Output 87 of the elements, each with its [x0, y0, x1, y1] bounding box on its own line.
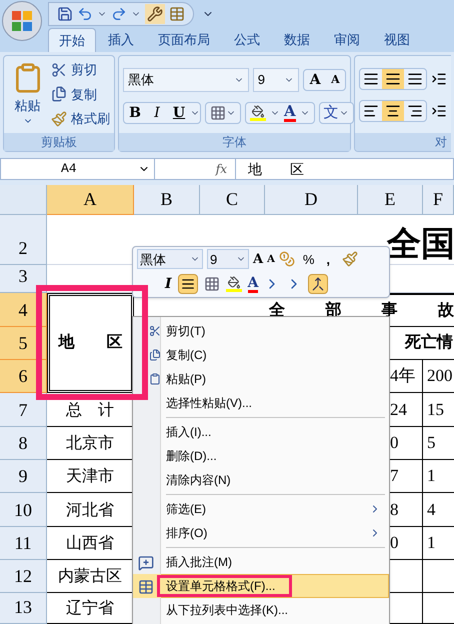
row-header[interactable]: 2 [0, 215, 47, 265]
row-header[interactable]: 9 [0, 460, 47, 493]
bold-button[interactable]: B [124, 102, 146, 124]
insert-function-button[interactable]: fx [216, 160, 227, 178]
italic-button[interactable]: I [146, 102, 168, 124]
paste-button[interactable]: 粘贴 [8, 60, 47, 129]
scissors-icon [51, 62, 67, 78]
row-header[interactable]: 12 [0, 560, 47, 593]
border-icon[interactable] [204, 276, 220, 292]
format-painter-button[interactable]: 格式刷 [51, 109, 110, 128]
italic-button[interactable]: I [165, 274, 172, 295]
table-heading: 故 [438, 301, 454, 321]
table-icon [138, 579, 154, 595]
comma-button[interactable]: , [326, 250, 330, 269]
format-painter-icon[interactable] [342, 251, 358, 268]
row-header[interactable]: 3 [0, 265, 47, 293]
fill-color-icon[interactable] [250, 105, 266, 121]
group-label: 对 [435, 134, 447, 151]
align-middle-icon[interactable] [382, 69, 404, 89]
paintbrush-icon [51, 110, 67, 127]
ribbon-tab[interactable]: 插入 [96, 28, 146, 52]
font-name-field[interactable]: 黑体 [137, 249, 203, 270]
ribbon-tab[interactable]: 页面布局 [146, 28, 222, 52]
grow-font-button[interactable]: A [310, 70, 321, 90]
save-icon[interactable] [57, 6, 73, 22]
note-icon [138, 555, 154, 571]
font-color-button[interactable]: A [284, 104, 296, 122]
table-cell: 200 [423, 360, 454, 393]
menu-item[interactable]: 从下拉列表中选择(K)... [161, 598, 389, 622]
font-size-field[interactable]: 9 [252, 68, 300, 92]
table-heading: 部 [325, 300, 342, 321]
scissors-icon [149, 324, 161, 338]
office-logo-icon [11, 10, 33, 32]
align-center-icon[interactable] [382, 101, 404, 121]
name-box[interactable]: A4 [0, 158, 155, 180]
ribbon-tab[interactable]: 视图 [372, 28, 422, 52]
row-header[interactable]: 8 [0, 427, 47, 460]
table-cell: 1 [423, 527, 454, 560]
merge-center-icon[interactable] [308, 274, 328, 294]
sheet-title: 全国 [387, 227, 454, 261]
table-cell: 5 [423, 427, 454, 460]
underline-button[interactable]: U [168, 102, 190, 124]
column-header[interactable]: B [134, 185, 200, 215]
formula-field[interactable]: 地 区 [235, 158, 454, 180]
font-color-button[interactable]: A [248, 276, 258, 293]
row-header[interactable]: 10 [0, 493, 47, 527]
table-cell: 4 [423, 493, 454, 527]
group-label: 字体 [222, 134, 246, 151]
clipboard-icon [149, 372, 161, 386]
table-heading: 死亡情 [405, 332, 453, 353]
ribbon-tab[interactable]: 开始 [48, 28, 96, 52]
percent-button[interactable]: % [302, 250, 314, 269]
copy-icon [51, 86, 67, 102]
row-header[interactable]: 7 [0, 393, 47, 427]
indent-icon[interactable] [431, 103, 447, 119]
column-header[interactable]: C [200, 185, 265, 215]
table-heading: 事 [382, 300, 398, 321]
align-center-icon[interactable] [178, 274, 198, 294]
table-icon[interactable] [169, 6, 185, 22]
group-label: 剪贴板 [41, 134, 77, 151]
coins-icon[interactable] [278, 251, 295, 268]
font-name-field[interactable]: 黑体 [123, 68, 249, 92]
redo-icon[interactable] [111, 6, 127, 22]
ribbon-tab[interactable]: 审阅 [322, 28, 372, 52]
row-header[interactable]: 13 [0, 593, 47, 624]
table-cell: 1 [423, 460, 454, 493]
table-cell: 15 [423, 393, 454, 427]
grow-font-button[interactable]: A [253, 250, 264, 269]
border-icon[interactable] [210, 105, 226, 121]
shrink-font-button[interactable]: A [331, 72, 340, 88]
cut-button[interactable]: 剪切 [51, 60, 110, 80]
row-header[interactable]: 11 [0, 527, 47, 560]
undo-icon[interactable] [77, 6, 93, 22]
copy-button[interactable]: 复制 [51, 84, 110, 104]
wrench-icon[interactable] [145, 4, 165, 24]
ribbon-tab[interactable]: 数据 [272, 28, 322, 52]
menu-item[interactable]: 剪切(T) [161, 319, 389, 343]
column-header[interactable]: F [423, 185, 454, 215]
table-cell: 地 区 [47, 293, 134, 393]
column-header[interactable]: E [358, 185, 423, 215]
column-header[interactable]: D [265, 185, 358, 215]
ribbon-tab[interactable]: 公式 [222, 28, 272, 52]
font-size-field[interactable]: 9 [207, 249, 249, 270]
copy-icon [149, 348, 161, 362]
column-header[interactable]: A [47, 185, 134, 215]
shrink-font-button[interactable]: A [267, 252, 275, 267]
fill-color-icon[interactable] [226, 276, 242, 292]
